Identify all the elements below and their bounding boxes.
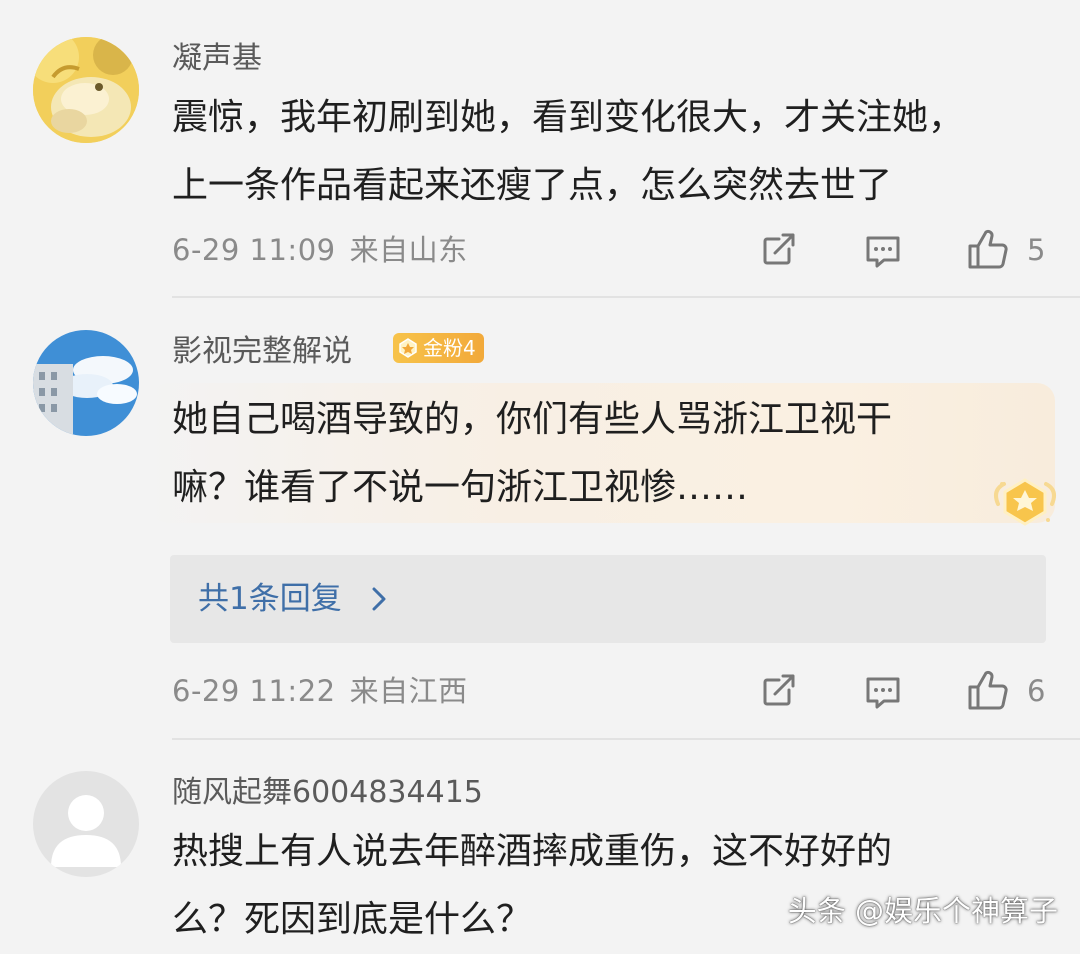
comment-text-line: 震惊，我年初刷到她，看到变化很大，才关注她，	[172, 97, 965, 138]
badge-label: 金粉4	[423, 336, 476, 360]
cartoon-duck-avatar-image	[33, 37, 139, 143]
comment-text: 震惊，我年初刷到她，看到变化很大，才关注她， 上一条作品看起来还瘦了点，怎么突然…	[172, 84, 964, 220]
comment-reply-button[interactable]	[861, 229, 905, 273]
comment-text: 热搜上有人说去年醉酒摔成重伤，这不好好的 么？死因到底是什么？	[172, 818, 892, 954]
share-icon	[763, 674, 795, 706]
default-user-avatar-image	[33, 771, 139, 877]
comment-text-line: 热搜上有人说去年醉酒摔成重伤，这不好好的	[172, 831, 893, 872]
comment-text-line: 么？死因到底是什么？	[172, 899, 533, 940]
comment-meta: 6-29 11:22 来自江西	[172, 674, 468, 708]
fan-badge-icon	[399, 338, 417, 358]
like-count: 5	[1027, 233, 1046, 267]
gold-medal-icon	[990, 474, 1060, 530]
gold-fan-badge: 金粉4	[393, 333, 484, 363]
comment-icon	[866, 236, 900, 268]
avatar[interactable]	[33, 37, 139, 143]
comment-text-line: 嘛？谁看了不说一句浙江卫视惨……	[172, 467, 749, 508]
share-button[interactable]	[757, 670, 801, 710]
reply-summary[interactable]: 共1条回复	[170, 555, 1046, 643]
reply-count-link[interactable]: 共1条回复	[198, 579, 342, 619]
source-watermark: 头条 @娱乐个神算子	[787, 894, 1058, 928]
like-button[interactable]	[964, 667, 1012, 713]
thumbs-up-icon	[968, 670, 1008, 710]
comment-reply-button[interactable]	[861, 670, 905, 714]
comment-text: 她自己喝酒导致的，你们有些人骂浙江卫视干 嘛？谁看了不说一句浙江卫视惨……	[172, 386, 892, 522]
avatar[interactable]	[33, 771, 139, 877]
comment-meta: 6-29 11:09 来自山东	[172, 233, 468, 267]
like-button[interactable]	[964, 226, 1012, 272]
comment-location: 来自山东	[349, 233, 468, 267]
sky-building-avatar-image	[33, 330, 139, 436]
avatar[interactable]	[33, 330, 139, 436]
thumbs-up-icon	[968, 229, 1008, 269]
share-icon	[763, 233, 795, 265]
comment-text-line: 她自己喝酒导致的，你们有些人骂浙江卫视干	[172, 399, 893, 440]
username[interactable]: 凝声基	[172, 41, 262, 77]
like-count: 6	[1027, 674, 1046, 708]
comment-date: 6-29 11:09	[172, 233, 336, 267]
comment-date: 6-29 11:22	[172, 674, 336, 708]
comment-location: 来自江西	[349, 674, 468, 708]
comment-text-line: 上一条作品看起来还瘦了点，怎么突然去世了	[172, 165, 893, 206]
username[interactable]: 随风起舞6004834415	[172, 775, 483, 811]
username[interactable]: 影视完整解说	[172, 334, 352, 370]
share-button[interactable]	[757, 229, 801, 269]
divider	[172, 738, 1080, 740]
chevron-right-icon	[372, 587, 386, 611]
comment-icon	[866, 677, 900, 709]
divider	[172, 296, 1080, 298]
